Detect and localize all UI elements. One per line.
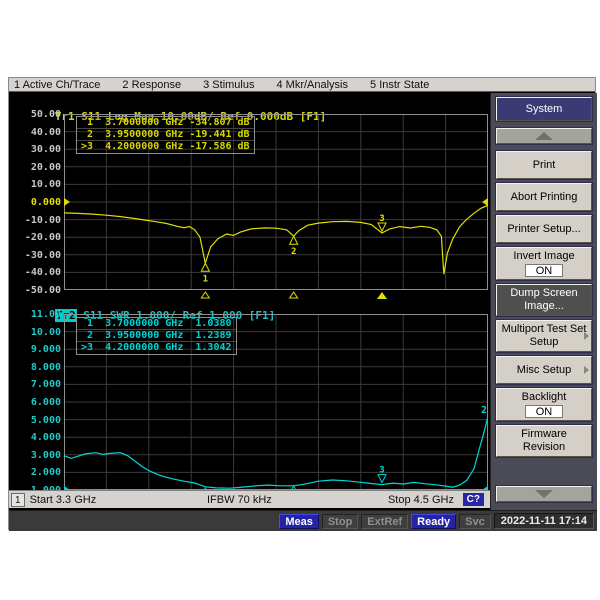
y-axis-tick-label: 10.00 (30, 179, 61, 191)
start-frequency[interactable]: Start 3.3 GHz (30, 494, 97, 506)
down-arrow-icon (535, 490, 553, 498)
instrument-window: 1 Active Ch/Trace 2 Response 3 Stimulus 4 M… (8, 77, 597, 531)
status-stop: Stop (321, 513, 359, 529)
softkey-label: Printer Setup... (507, 222, 581, 235)
y-axis-tick-label: -50.00 (24, 285, 61, 296)
menu-item-2[interactable]: 2 Response (122, 79, 181, 91)
trace1-plot: 1 3.7000000 GHz -34.807 dB 2 3.9500000 G… (64, 114, 488, 300)
trace-end-label: 2 (481, 405, 487, 416)
softkey-label: Invert Image (513, 250, 575, 262)
y-axis-tick-label: 2.000 (30, 467, 61, 479)
marker-table-row: 1 3.7000000 GHz 1.0380 (77, 318, 236, 330)
marker-table-row: >3 4.2000000 GHz -17.586 dB (81, 141, 250, 152)
y-axis-tick-label: 7.000 (30, 379, 61, 391)
marker-3-label: 3 (379, 466, 384, 476)
softkey-menu-title-label: System (525, 102, 563, 115)
y-axis-tick-label: 3.000 (30, 449, 61, 461)
ifbw-value[interactable]: IFBW 70 kHz (207, 494, 272, 506)
marker-1-label: 1 (203, 274, 208, 284)
softkey-print[interactable]: Print (495, 150, 593, 180)
marker-3-symbol[interactable] (377, 474, 387, 484)
marker-table-row: 2 3.9500000 GHz 1.2389 (77, 330, 236, 342)
y-axis-tick-label: -20.00 (24, 232, 61, 244)
softkey-firmware-revision[interactable]: Firmware Revision (495, 424, 593, 458)
softkey-value: ON (524, 264, 564, 277)
y-axis-tick-label: 30.00 (30, 144, 61, 156)
softkey-label: Firmware Revision (521, 428, 567, 453)
y-axis-tick-label: 20.00 (30, 161, 61, 173)
softkey-misc-setup[interactable]: Misc Setup (495, 355, 593, 385)
y-axis-tick-label: 4.000 (30, 432, 61, 444)
softkey-label: Abort Printing (510, 190, 578, 203)
marker-3-label: 3 (379, 214, 384, 224)
y-axis-tick-label: 40.00 (30, 126, 61, 138)
channel-number: 1 (11, 492, 25, 507)
clock: 2022-11-11 17:14 (493, 513, 594, 529)
submenu-arrow-icon (584, 366, 589, 374)
y-axis-tick-label: 11.00 (30, 309, 61, 320)
marker-table-row: 1 3.7000000 GHz -34.807 dB (77, 117, 254, 129)
submenu-arrow-icon (584, 332, 589, 340)
y-axis-tick-label: -30.00 (24, 249, 61, 261)
y-axis-tick-label: 8.000 (30, 361, 61, 373)
menu-item-1[interactable]: 1 Active Ch/Trace (14, 79, 100, 91)
y-axis-tick-label: -10.00 (24, 214, 61, 226)
softkey-abort-printing[interactable]: Abort Printing (495, 182, 593, 212)
up-arrow-icon (535, 132, 553, 140)
menu-bar: 1 Active Ch/Trace 2 Response 3 Stimulus 4 M… (9, 78, 595, 92)
stimulus-bar: 1 Start 3.3 GHz IFBW 70 kHz Stop 4.5 GHz… (9, 490, 490, 508)
marker-table-row: 2 3.9500000 GHz -19.441 dB (77, 129, 254, 141)
menu-item-3[interactable]: 3 Stimulus (203, 79, 254, 91)
marker-2-label: 2 (291, 247, 296, 257)
y-axis-tick-label: 5.000 (30, 414, 61, 426)
status-extref: ExtRef (361, 513, 409, 529)
softkey-dump-screen-image[interactable]: Dump Screen Image... (495, 283, 593, 317)
ref-level-arrow-right (482, 198, 488, 206)
softkey-scroll-up-button[interactable] (495, 127, 593, 145)
softkey-label: Print (532, 158, 556, 171)
softkey-label: Multiport Test Set Setup (501, 323, 587, 348)
status-ready: Ready (411, 513, 457, 529)
marker-3-symbol[interactable] (377, 222, 387, 233)
menu-item-5[interactable]: 5 Instr State (370, 79, 429, 91)
ref-level-arrow-left[interactable] (64, 198, 70, 206)
softkey-scroll-down-button[interactable] (495, 485, 593, 503)
stop-frequency[interactable]: Stop 4.5 GHz (388, 494, 454, 506)
marker-2-stimulus-indicator[interactable] (288, 291, 299, 299)
y-axis-tick-label: 6.000 (30, 397, 61, 408)
softkey-label: Backlight (521, 391, 567, 403)
softkey-label: Dump Screen Image... (510, 287, 578, 312)
softkey-invert-image[interactable]: Invert Image ON (495, 246, 593, 281)
status-svc: Svc (459, 513, 491, 529)
trace2-marker-table: 1 3.7000000 GHz 1.0380 2 3.9500000 GHz 1… (76, 317, 237, 355)
y-axis-tick-label: 10.00 (30, 326, 61, 338)
y-axis-tick-label: -40.00 (24, 267, 61, 279)
analyzer-screen: Tr1 S11 Log Mag 10.00dB/ Ref 0.000dB [F1… (9, 93, 490, 510)
status-meas: Meas (279, 513, 319, 529)
softkey-backlight[interactable]: Backlight ON (495, 387, 593, 422)
softkey-value: ON (524, 405, 564, 418)
y-axis-tick-label: 9.000 (30, 344, 61, 356)
softkey-label: Misc Setup (516, 363, 572, 376)
menu-item-4[interactable]: 4 Mkr/Analysis (276, 79, 348, 91)
trace2-plot: 1 3.7000000 GHz 1.0380 2 3.9500000 GHz 1… (64, 314, 488, 500)
marker-table-row: >3 4.2000000 GHz 1.3042 (81, 342, 232, 353)
y-axis-tick-label: 0.000 (30, 197, 61, 208)
status-bar: Meas Stop ExtRef Ready Svc 2022-11-11 17:14 (9, 510, 597, 531)
y-axis-tick-label: 50.00 (30, 109, 61, 120)
marker-3-stimulus-indicator[interactable] (377, 292, 387, 299)
correction-badge: C? (462, 493, 484, 506)
softkey-panel: System Print Abort Printing Printer Setup.… (490, 93, 597, 510)
softkey-printer-setup[interactable]: Printer Setup... (495, 214, 593, 244)
trace1-marker-table: 1 3.7000000 GHz -34.807 dB 2 3.9500000 G… (76, 116, 255, 154)
softkey-menu-title: System (495, 96, 593, 122)
softkey-multiport-test-set-setup[interactable]: Multiport Test Set Setup (495, 319, 593, 353)
